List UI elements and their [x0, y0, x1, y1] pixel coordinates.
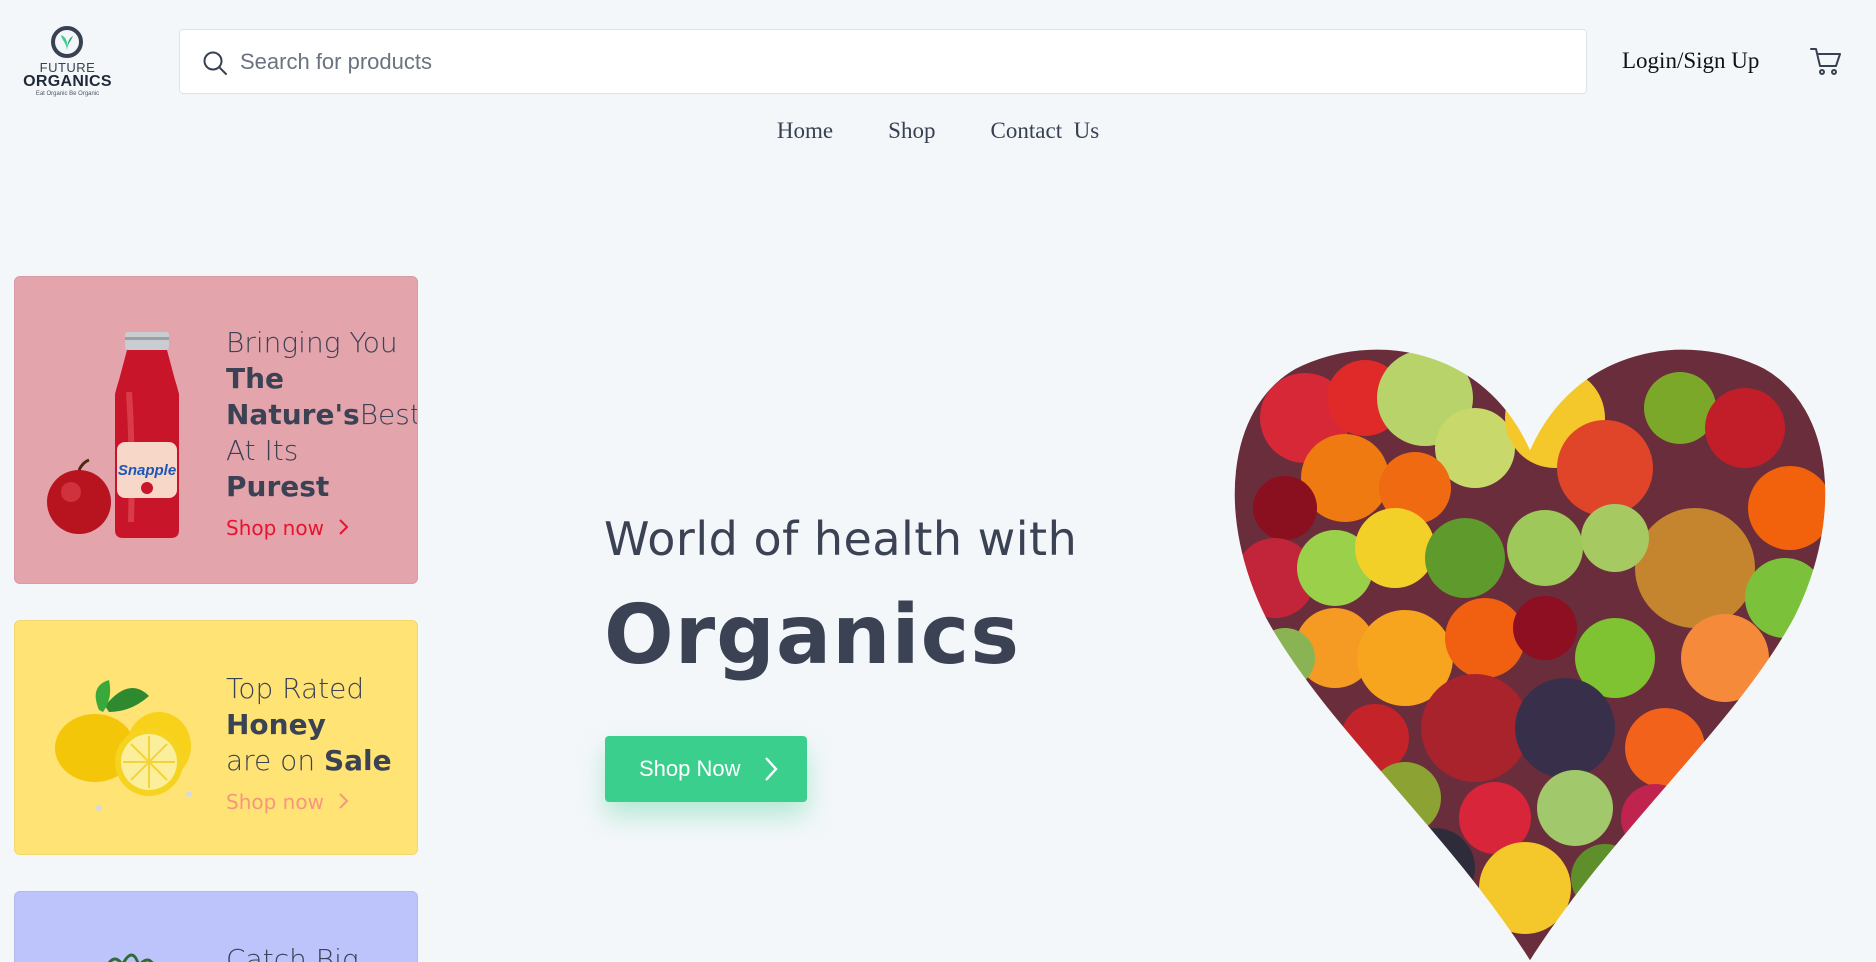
fruit-heart-image — [1232, 347, 1828, 962]
chevron-right-icon — [339, 519, 349, 535]
shop-now-label: Shop now — [226, 516, 324, 540]
promo-card-juice[interactable]: Snapple Bringing You The Nature'sBest At… — [14, 276, 418, 584]
cart-icon[interactable] — [1810, 46, 1842, 76]
chevron-right-icon — [765, 757, 778, 781]
promo-card-juice-line4: At Its — [226, 434, 299, 467]
hero-title: Organics — [604, 588, 1021, 683]
hero-shop-now-label: Shop Now — [639, 756, 741, 781]
promo-card-catch-pre: Catch Big — [226, 943, 359, 962]
promo-card-juice-text: Bringing You The Nature'sBest At Its Pur… — [226, 325, 418, 544]
lemon-image — [55, 680, 192, 811]
promo-card-honey[interactable]: Top Rated Honey are on Sale Shop now — [14, 620, 418, 855]
promo-card-honey-text: Top Rated Honey are on Sale Shop now — [226, 671, 392, 818]
juice-bottle-image: Snapple — [47, 332, 179, 538]
search-icon — [203, 51, 227, 75]
promo-card-juice-b2: Nature's — [226, 398, 360, 431]
search-input[interactable] — [240, 42, 1560, 82]
promo-card-honey-b1: Honey — [226, 708, 326, 741]
hero-shop-now-button[interactable]: Shop Now — [605, 736, 807, 802]
promo-card-catch[interactable]: Catch Big — [14, 891, 418, 962]
promo-card-honey-mid: are on — [226, 744, 324, 777]
main-nav: Home Shop Contact Us — [0, 118, 1876, 144]
promo-card-juice-b3: Purest — [226, 470, 330, 503]
shop-now-label: Shop now — [226, 790, 324, 814]
hero-subtitle: World of health with — [604, 512, 1078, 566]
plant-image — [107, 953, 154, 962]
svg-text:Snapple: Snapple — [118, 462, 176, 479]
promo-card-honey-shop-link[interactable]: Shop now — [226, 789, 350, 815]
login-signup-link[interactable]: Login/Sign Up — [1622, 48, 1759, 74]
logo-tagline: Eat Organic Be Organic — [35, 91, 100, 97]
promo-card-juice-b1: The — [226, 362, 285, 395]
logo[interactable]: FUTURE ORGANICS Eat Organic Be Organic — [20, 24, 115, 99]
logo-line2: ORGANICS — [23, 73, 112, 90]
promo-card-honey-b2: Sale — [323, 744, 392, 777]
promo-card-juice-post: Best — [359, 398, 418, 431]
promo-card-honey-pre: Top Rated — [226, 672, 365, 705]
nav-shop[interactable]: Shop — [888, 118, 935, 143]
nav-home[interactable]: Home — [777, 118, 833, 143]
promo-card-juice-shop-link[interactable]: Shop now — [226, 515, 350, 541]
chevron-right-icon — [339, 793, 349, 809]
promo-card-catch-text: Catch Big — [226, 942, 359, 962]
leaf-icon — [61, 35, 73, 51]
nav-contact-us[interactable]: Contact Us — [991, 118, 1100, 143]
promo-card-juice-pre: Bringing You — [226, 326, 398, 359]
search-bar — [179, 29, 1587, 94]
